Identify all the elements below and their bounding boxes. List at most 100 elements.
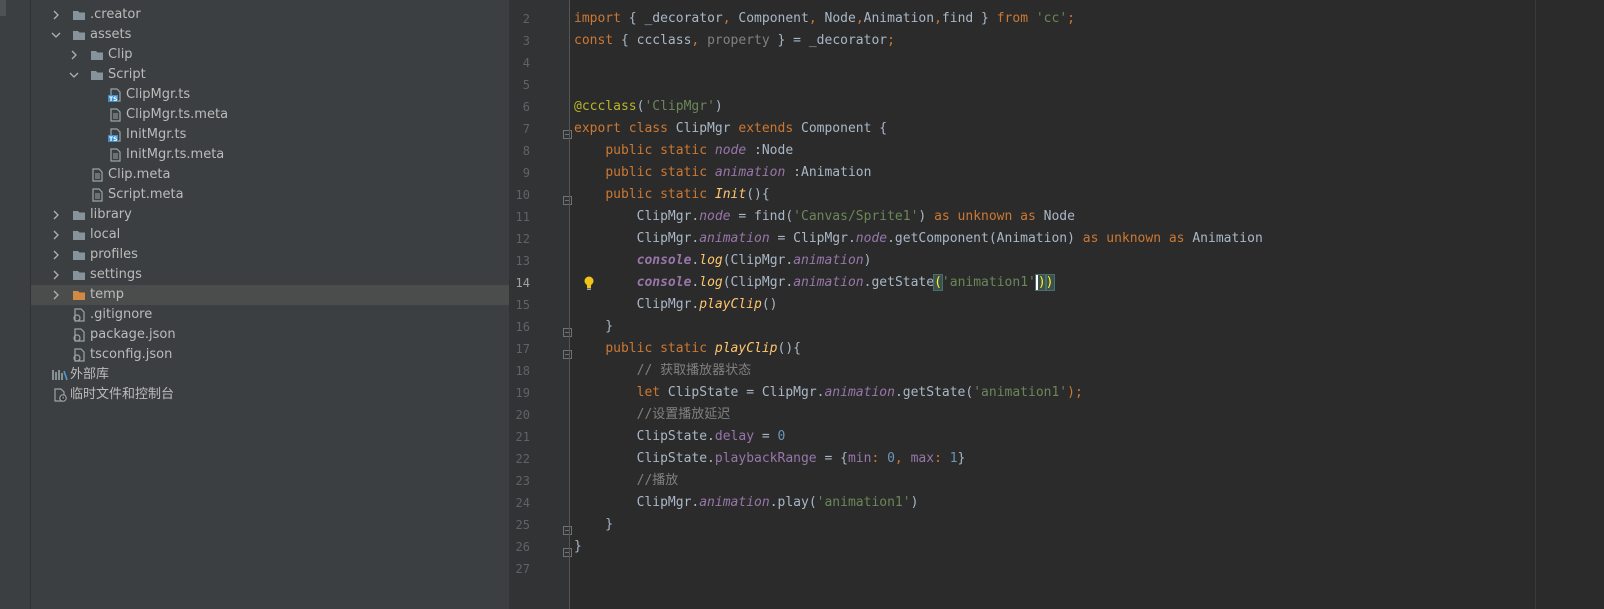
fold-marker-icon[interactable] (563, 542, 572, 557)
code-token: console (636, 275, 692, 290)
code-token: animation (699, 495, 770, 510)
code-token: public static (605, 187, 708, 202)
code-token: Animation (1184, 231, 1263, 246)
file-icon (108, 108, 122, 122)
code-token: ) (863, 253, 872, 268)
editor-gutter[interactable]: 2 3 4 5 6 7 8 9 10 11 12 13 14 15 16 17 18 19 20 21 22 23 24 25… (510, 0, 572, 609)
tree-item[interactable]: Clip (31, 45, 509, 65)
code-line[interactable]: } (574, 514, 613, 536)
code-line[interactable]: const { ccclass, property } = _decorator… (574, 30, 895, 52)
code-line[interactable]: public static playClip(){ (574, 338, 801, 360)
folder-icon (72, 248, 86, 262)
typescript-file-icon: TS (108, 88, 122, 103)
code-line[interactable]: ClipMgr.animation.play('animation1') (574, 492, 919, 514)
tree-item[interactable]: assets (31, 25, 509, 45)
tree-item[interactable]: 外部库 (31, 365, 509, 385)
tree-item[interactable]: .gitignore (31, 305, 509, 325)
tree-item[interactable]: Script.meta (31, 185, 509, 205)
library-icon (52, 368, 68, 382)
code-token: 'cc' (1035, 11, 1068, 26)
chevron-right-icon[interactable] (51, 210, 61, 220)
lightbulb-icon[interactable] (582, 275, 596, 291)
code-line[interactable]: ClipState.playbackRange = {min: 0, max: … (574, 448, 966, 470)
tree-item-label: settings (90, 267, 142, 282)
chevron-right-icon[interactable] (51, 270, 61, 280)
fold-marker-icon[interactable] (563, 520, 572, 535)
tree-item[interactable]: local (31, 225, 509, 245)
code-line[interactable]: //播放 (574, 470, 679, 492)
code-token: animation (793, 253, 864, 268)
tree-item[interactable]: TS ClipMgr.ts (31, 85, 509, 105)
tree-item[interactable]: temp (31, 285, 509, 305)
code-token: ClipState. (574, 451, 715, 466)
tree-item[interactable]: profiles (31, 245, 509, 265)
code-line[interactable]: public static Init(){ (574, 184, 769, 206)
tree-item[interactable]: Script (31, 65, 509, 85)
code-token: = { (816, 451, 848, 466)
chevron-down-icon[interactable] (69, 70, 79, 80)
code-line[interactable]: ClipMgr.node = find('Canvas/Sprite1') as… (574, 206, 1075, 228)
tree-item[interactable]: settings (31, 265, 509, 285)
code-token: max (910, 451, 935, 466)
code-line[interactable]: ClipMgr.playClip() (574, 294, 778, 316)
tree-item-label: ClipMgr.ts (126, 87, 191, 102)
code-line[interactable]: export class ClipMgr extends Component { (574, 118, 887, 140)
code-token: log (699, 275, 723, 290)
code-line[interactable]: @ccclass('ClipMgr') (574, 96, 723, 118)
code-line[interactable]: ClipMgr.animation = ClipMgr.node.getComp… (574, 228, 1263, 250)
tree-item[interactable]: InitMgr.ts.meta (31, 145, 509, 165)
fold-marker-icon[interactable] (563, 124, 572, 139)
chevron-right-icon[interactable] (51, 230, 61, 240)
chevron-down-icon[interactable] (51, 30, 61, 40)
chevron-right-icon[interactable] (51, 290, 61, 300)
code-line[interactable]: console.log(ClipMgr.animation) (574, 250, 872, 272)
tree-item-label: .creator (90, 7, 141, 22)
tree-item[interactable]: .creator (31, 5, 509, 25)
line-number: 26 (515, 540, 530, 554)
code-token: delay (714, 429, 755, 444)
code-token: } (973, 11, 997, 26)
code-line[interactable]: // 获取播放器状态 (574, 360, 751, 382)
code-token: playClip (699, 297, 762, 312)
code-token: (ClipMgr. (722, 275, 794, 290)
code-token: Component (730, 11, 809, 26)
code-token: 0 (887, 451, 895, 466)
file-icon (90, 188, 104, 202)
tree-item[interactable]: TS InitMgr.ts (31, 125, 509, 145)
svg-text:TS: TS (109, 96, 117, 102)
tree-item[interactable]: 临时文件和控制台 (31, 385, 509, 405)
code-line[interactable]: } (574, 536, 582, 558)
tree-item[interactable]: Clip.meta (31, 165, 509, 185)
chevron-right-icon[interactable] (69, 50, 79, 60)
tree-item-label: Script (108, 67, 146, 82)
project-tree[interactable]: .creator assets Clip Script TS ClipMgr.ts Clip… (31, 0, 509, 609)
code-editor[interactable]: 2 3 4 5 6 7 8 9 10 11 12 13 14 15 16 17 18 19 20 21 22 23 24 25… (510, 0, 1604, 609)
tree-item[interactable]: tsconfig.json (31, 345, 509, 365)
code-line[interactable]: console.log(ClipMgr.animation.getState('… (574, 272, 1055, 294)
code-line[interactable]: import { _decorator, Component, Node,Ani… (574, 8, 1075, 30)
chevron-right-icon[interactable] (51, 10, 61, 20)
tree-item[interactable]: library (31, 205, 509, 225)
code-token: = ClipMgr. (769, 231, 856, 246)
fold-marker-icon[interactable] (563, 322, 572, 337)
fold-marker-icon[interactable] (563, 190, 572, 205)
code-token: ); (1067, 385, 1083, 400)
line-number: 3 (522, 34, 530, 48)
fold-marker-icon[interactable] (563, 344, 572, 359)
chevron-right-icon[interactable] (51, 250, 61, 260)
code-line[interactable]: public static animation :Animation (574, 162, 871, 184)
code-token: ClipMgr. (574, 231, 700, 246)
code-token: ClipMgr. (574, 209, 700, 224)
code-line[interactable]: } (574, 316, 613, 338)
tree-item[interactable]: package.json (31, 325, 509, 345)
code-token: :Node (746, 143, 794, 158)
tree-item[interactable]: ClipMgr.ts.meta (31, 105, 509, 125)
typescript-file-icon: TS (108, 128, 122, 143)
code-token: ClipState = ClipMgr. (660, 385, 825, 400)
code-line[interactable]: public static node :Node (574, 140, 793, 162)
code-line[interactable]: let ClipState = ClipMgr.animation.getSta… (574, 382, 1083, 404)
code-line[interactable]: //设置播放延迟 (574, 404, 731, 426)
code-line[interactable]: ClipState.delay = 0 (574, 426, 786, 448)
